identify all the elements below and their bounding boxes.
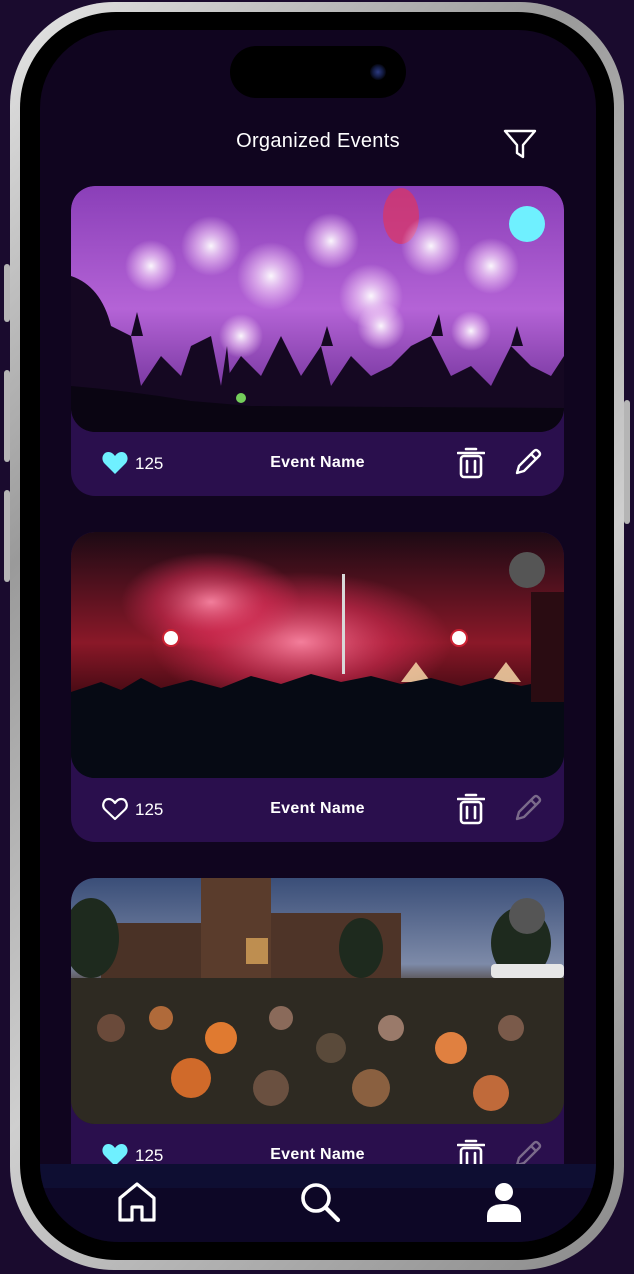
event-card[interactable]: 125 Event Name: [71, 878, 564, 1188]
selection-indicator[interactable]: [509, 898, 545, 934]
screen: Organized Events 125 Event Name 125 Even…: [40, 30, 596, 1242]
search-icon[interactable]: [298, 1180, 342, 1224]
home-icon[interactable]: [115, 1180, 159, 1224]
event-name: Event Name: [270, 800, 365, 817]
profile-icon[interactable]: [482, 1180, 526, 1224]
card-footer: 125 Event Name: [71, 778, 564, 842]
side-button-power: [624, 400, 630, 524]
card-footer: 125 Event Name: [71, 432, 564, 496]
filter-icon[interactable]: [502, 128, 538, 160]
camera-icon: [370, 64, 386, 80]
trash-icon[interactable]: [456, 446, 486, 480]
event-name: Event Name: [270, 1146, 365, 1163]
trash-icon[interactable]: [456, 792, 486, 826]
event-photo[interactable]: [71, 532, 564, 778]
event-photo[interactable]: [71, 186, 564, 432]
side-button-silent: [4, 264, 10, 322]
pencil-icon[interactable]: [513, 793, 543, 823]
event-card[interactable]: 125 Event Name: [71, 532, 564, 842]
side-button-volume-up: [4, 370, 10, 462]
selection-indicator[interactable]: [509, 552, 545, 588]
event-name: Event Name: [270, 454, 365, 471]
selection-indicator[interactable]: [509, 206, 545, 242]
side-button-volume-down: [4, 490, 10, 582]
pencil-icon[interactable]: [513, 447, 543, 477]
event-photo[interactable]: [71, 878, 564, 1124]
dynamic-island: [230, 46, 406, 98]
event-card[interactable]: 125 Event Name: [71, 186, 564, 496]
